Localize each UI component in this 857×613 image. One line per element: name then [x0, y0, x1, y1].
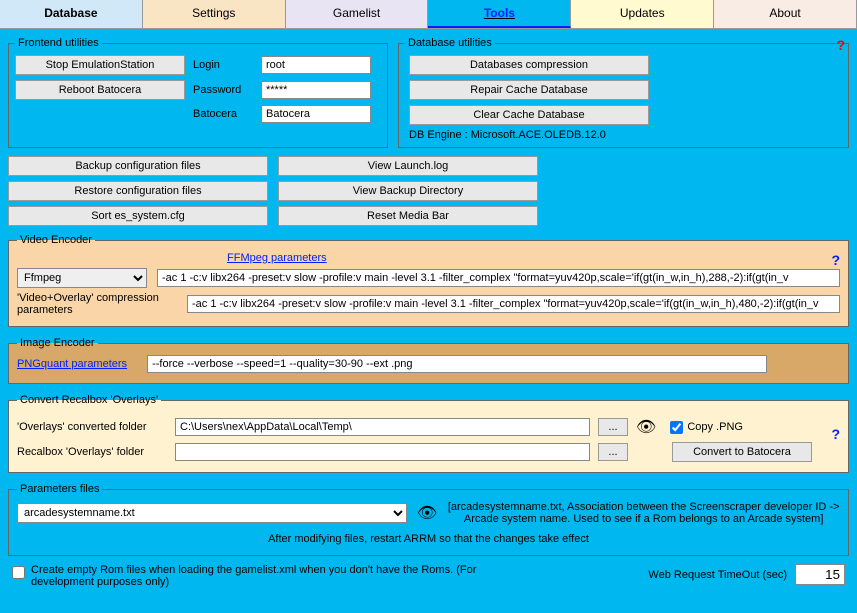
image-encoder-group: Image Encoder PNGquant parameters [8, 337, 849, 384]
db-engine-label: DB Engine : Microsoft.ACE.OLEDB.12.0 [409, 129, 842, 141]
db-clear-button[interactable]: Clear Cache Database [409, 105, 649, 125]
db-compress-button[interactable]: Databases compression [409, 55, 649, 75]
password-label: Password [193, 84, 253, 96]
password-input[interactable] [261, 81, 371, 99]
overlays-converted-label: 'Overlays' converted folder [17, 421, 167, 433]
recalbox-overlays-input[interactable] [175, 443, 590, 461]
view-launchlog-button[interactable]: View Launch.log [278, 156, 538, 176]
pngquant-params-input[interactable] [147, 355, 767, 373]
video-encoder-group: Video Encoder ? FFMpeg parameters Ffmpeg… [8, 234, 849, 327]
parameters-files-group: Parameters files arcadesystemname.txt 👁 … [8, 483, 849, 556]
timeout-label: Web Request TimeOut (sec) [648, 569, 787, 581]
frontend-legend: Frontend utilities [15, 37, 102, 49]
tab-gamelist[interactable]: Gamelist [286, 0, 429, 28]
timeout-input[interactable] [795, 564, 845, 585]
tab-about[interactable]: About [714, 0, 857, 28]
tab-updates[interactable]: Updates [571, 0, 714, 28]
overlays-converted-input[interactable] [175, 418, 590, 436]
login-label: Login [193, 59, 253, 71]
browse-recalbox-button[interactable]: ... [598, 443, 628, 461]
browse-converted-button[interactable]: ... [598, 418, 628, 436]
restore-config-button[interactable]: Restore configuration files [8, 181, 268, 201]
backup-config-button[interactable]: Backup configuration files [8, 156, 268, 176]
pngquant-params-link[interactable]: PNGquant parameters [17, 358, 127, 370]
video-encoder-select[interactable]: Ffmpeg [17, 268, 147, 288]
video-params-2-input[interactable] [187, 295, 840, 313]
param-legend: Parameters files [17, 483, 102, 495]
copy-png-label: Copy .PNG [687, 421, 743, 433]
recalbox-overlays-label: Recalbox 'Overlays' folder [17, 446, 167, 458]
db-legend: Database utilities [405, 37, 495, 49]
login-input[interactable] [261, 56, 371, 74]
batocera-input[interactable] [261, 105, 371, 123]
help-icon[interactable]: ? [836, 37, 845, 53]
database-utilities-group: Database utilities Databases compression… [398, 37, 849, 148]
view-converted-icon[interactable]: 👁 [636, 417, 656, 437]
video-overlay-label: 'Video+Overlay' compression parameters [17, 292, 177, 316]
batocera-label: Batocera [193, 108, 253, 120]
param-note: After modifying files, restart ARRM so t… [17, 533, 840, 545]
video-params-1-input[interactable] [157, 269, 840, 287]
create-empty-roms-label: Create empty Rom files when loading the … [31, 564, 491, 588]
video-help-icon[interactable]: ? [831, 252, 840, 268]
frontend-utilities-group: Frontend utilities Stop EmulationStation… [8, 37, 388, 148]
tab-tools[interactable]: Tools [428, 0, 571, 28]
param-description: [arcadesystemname.txt, Association betwe… [447, 501, 840, 525]
stop-emulationstation-button[interactable]: Stop EmulationStation [15, 55, 185, 75]
param-file-select[interactable]: arcadesystemname.txt [17, 503, 407, 523]
tab-database[interactable]: Database [0, 0, 143, 28]
ffmpeg-params-link[interactable]: FFMpeg parameters [227, 252, 327, 264]
copy-png-checkbox[interactable] [670, 421, 683, 434]
create-empty-roms-checkbox[interactable] [12, 566, 25, 579]
reboot-batocera-button[interactable]: Reboot Batocera [15, 80, 185, 100]
view-param-file-icon[interactable]: 👁 [417, 503, 437, 523]
convert-overlays-group: Convert Recalbox 'Overlays' ? 'Overlays'… [8, 394, 849, 473]
db-repair-button[interactable]: Repair Cache Database [409, 80, 649, 100]
conv-legend: Convert Recalbox 'Overlays' [17, 394, 161, 406]
convert-to-batocera-button[interactable]: Convert to Batocera [672, 442, 812, 462]
sort-es-system-button[interactable]: Sort es_system.cfg [8, 206, 268, 226]
conv-help-icon[interactable]: ? [831, 426, 840, 442]
tab-settings[interactable]: Settings [143, 0, 286, 28]
reset-media-bar-button[interactable]: Reset Media Bar [278, 206, 538, 226]
img-legend: Image Encoder [17, 337, 98, 349]
video-legend: Video Encoder [17, 234, 95, 246]
view-backup-dir-button[interactable]: View Backup Directory [278, 181, 538, 201]
